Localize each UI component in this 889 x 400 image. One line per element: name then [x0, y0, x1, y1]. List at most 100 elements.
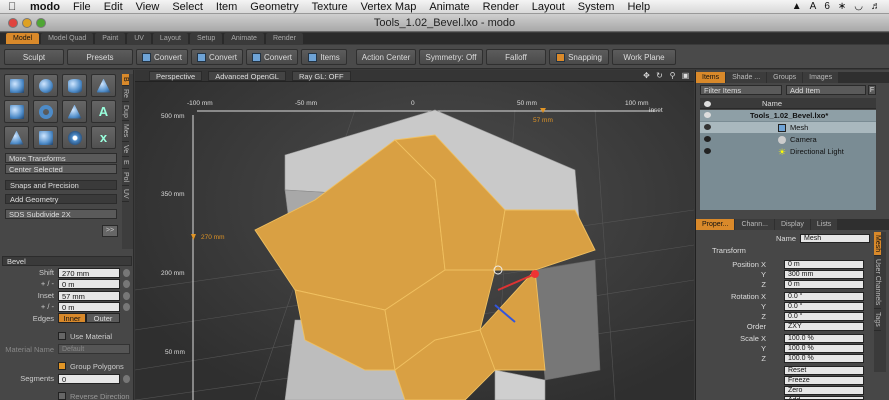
name-field[interactable]: Mesh — [800, 234, 870, 243]
expand-button[interactable]: >> — [102, 225, 118, 237]
3d-viewport[interactable]: Perspective Advanced OpenGL Ray GL: OFF … — [135, 70, 694, 400]
tab-edge[interactable]: E — [122, 157, 129, 169]
torus-tool-button[interactable] — [33, 100, 58, 123]
position-y-field[interactable]: 300 mm — [784, 270, 864, 279]
side-tab-user-channels[interactable]: User Channels — [874, 256, 881, 310]
tab-model-quad[interactable]: Model Quad — [41, 33, 94, 44]
perspective-dropdown[interactable]: Perspective — [149, 70, 203, 81]
edges-inner-button[interactable]: Inner — [58, 313, 86, 323]
shift-plusminus-field[interactable]: 0 m — [58, 279, 120, 289]
raygl-toggle[interactable]: Ray GL: OFF — [291, 70, 351, 81]
list-item[interactable]: ☀ Directional Light — [700, 146, 876, 157]
filter-toggle-button[interactable]: F — [868, 85, 876, 95]
cube-tool-button[interactable] — [4, 74, 29, 97]
list-item[interactable]: Tools_1.02_Bevel.lxo* — [700, 110, 876, 121]
menu-render[interactable]: Render — [483, 1, 519, 13]
inset-plusminus-spinner[interactable] — [123, 303, 130, 311]
tab-vertex[interactable]: Ve — [122, 142, 129, 157]
filter-items-dropdown[interactable]: Filter Items — [700, 85, 782, 95]
tube-tool-button[interactable] — [62, 100, 87, 123]
tab-reshape[interactable]: Re — [122, 86, 129, 102]
segments-spinner[interactable] — [123, 375, 130, 383]
list-item[interactable]: Camera — [700, 134, 876, 145]
side-tab-tags[interactable]: Tags — [874, 309, 881, 332]
menu-edit[interactable]: Edit — [104, 1, 123, 13]
visibility-eye-icon[interactable] — [704, 148, 711, 154]
side-tab-mesh[interactable]: Mesh — [874, 232, 881, 257]
tab-items[interactable]: Items — [696, 72, 726, 83]
inset-spinner[interactable] — [123, 292, 130, 300]
menu-view[interactable]: View — [136, 1, 160, 13]
tab-model[interactable]: Model — [6, 33, 40, 44]
action-center-button[interactable]: Action Center — [356, 48, 416, 65]
menu-file[interactable]: File — [73, 1, 91, 13]
convert-vertices-button[interactable]: Convert — [136, 48, 188, 65]
tab-animate[interactable]: Animate — [224, 33, 264, 44]
grid-tool-button[interactable] — [33, 126, 58, 149]
menu-animate[interactable]: Animate — [429, 1, 469, 13]
scale-x-field[interactable]: 100.0 % — [784, 334, 864, 343]
add-button[interactable]: Add — [784, 396, 864, 400]
segments-field[interactable]: 0 — [58, 374, 120, 384]
position-z-field[interactable]: 0 m — [784, 280, 864, 289]
symmetry-button[interactable]: Symmetry: Off — [419, 48, 483, 65]
center-selected-dropdown[interactable]: Center Selected — [5, 164, 117, 174]
minimize-window-icon[interactable] — [22, 18, 32, 28]
menu-help[interactable]: Help — [627, 1, 650, 13]
pen-tool-button[interactable] — [4, 126, 29, 149]
sds-subdivide-button[interactable]: SDS Subdivide 2X — [5, 209, 117, 219]
menu-vertex-map[interactable]: Vertex Map — [361, 1, 417, 13]
scale-y-field[interactable]: 100.0 % — [784, 344, 864, 353]
inset-plusminus-field[interactable]: 0 m — [58, 302, 120, 312]
bevel-section-header[interactable]: Bevel — [2, 256, 132, 266]
apple-icon[interactable]:  — [8, 1, 24, 13]
more-transforms-dropdown[interactable]: More Transforms — [5, 153, 117, 163]
adobe-icon[interactable]: A — [810, 1, 817, 12]
sphere-alt-tool-button[interactable] — [62, 126, 87, 149]
pan-icon[interactable]: ✥ — [642, 71, 651, 80]
cone-tool-button[interactable] — [91, 74, 116, 97]
menu-select[interactable]: Select — [172, 1, 203, 13]
rotation-y-field[interactable]: 0.0 ° — [784, 302, 864, 311]
rotation-z-field[interactable]: 0.0 ° — [784, 312, 864, 321]
menu-geometry[interactable]: Geometry — [250, 1, 298, 13]
work-plane-button[interactable]: Work Plane — [612, 48, 676, 65]
tab-layout[interactable]: Layout — [152, 33, 188, 44]
wifi-icon[interactable]: ◡ — [854, 1, 863, 12]
close-window-icon[interactable] — [8, 18, 18, 28]
tab-render[interactable]: Render — [265, 33, 303, 44]
menu-item[interactable]: Item — [216, 1, 237, 13]
airplay-icon[interactable]: ▲ — [792, 1, 802, 12]
shift-field[interactable]: 270 mm — [58, 268, 120, 278]
rotation-x-field[interactable]: 0.0 ° — [784, 292, 864, 301]
bluetooth-icon[interactable]: ∗ — [838, 1, 846, 12]
zoom-window-icon[interactable] — [36, 18, 46, 28]
visibility-eye-icon[interactable] — [704, 112, 711, 118]
axis-tool-button[interactable]: x — [91, 126, 116, 149]
scale-z-field[interactable]: 100.0 % — [784, 354, 864, 363]
presets-button[interactable]: Presets — [67, 48, 133, 65]
falloff-button[interactable]: Falloff — [486, 48, 546, 65]
transform-section-header[interactable]: Transform — [700, 246, 872, 256]
group-polygons-checkbox[interactable] — [58, 362, 66, 370]
material-name-dropdown[interactable]: Default — [58, 344, 130, 354]
position-x-field[interactable]: 0 m — [784, 260, 864, 269]
sculpt-button[interactable]: Sculpt — [4, 48, 64, 65]
tab-shader-tree[interactable]: Shade ... — [726, 72, 767, 83]
tab-images[interactable]: Images — [803, 72, 839, 83]
shift-plusminus-spinner[interactable] — [123, 280, 130, 288]
list-item[interactable]: Mesh — [700, 122, 876, 133]
tab-properties[interactable]: Proper... — [696, 219, 735, 230]
shift-handle[interactable] — [191, 234, 196, 240]
volume-icon[interactable]: ♬ — [871, 1, 881, 12]
tab-display[interactable]: Display — [774, 219, 810, 230]
tab-setup[interactable]: Setup — [189, 33, 223, 44]
zero-button[interactable]: Zero — [784, 386, 864, 395]
gizmo-x-handle[interactable] — [531, 270, 539, 278]
visibility-eye-icon[interactable] — [704, 124, 711, 130]
tab-paint[interactable]: Paint — [95, 33, 126, 44]
capsule-tool-button[interactable] — [4, 100, 29, 123]
use-material-checkbox[interactable] — [58, 332, 66, 340]
maximize-icon[interactable]: ▣ — [681, 71, 690, 80]
name-column-header[interactable]: Name — [762, 98, 782, 109]
